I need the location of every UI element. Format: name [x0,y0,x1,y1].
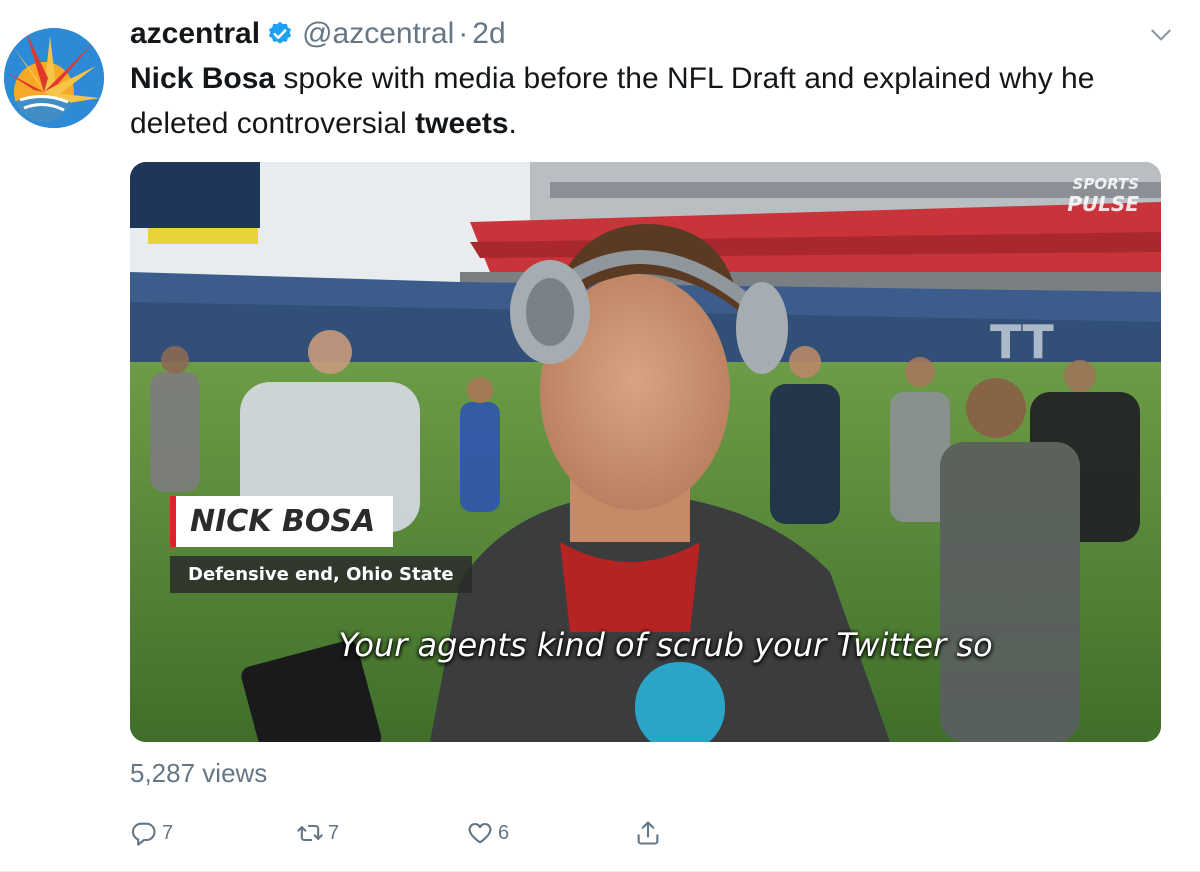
header-separator: · [458,17,469,50]
tweet-text-end: . [508,107,517,140]
video-player[interactable]: TT SPORTS PULSE NICK BOSA Defensive end,… [130,162,1161,742]
tweet-text-bold-name: Nick Bosa [130,62,276,95]
reply-button[interactable]: 7 [130,816,173,850]
watermark-line-1: SPORTS [1072,175,1139,193]
tweet-text-bold-keyword: tweets [415,107,509,140]
video-subtitle: Your agents kind of scrub your Twitter s… [338,626,993,664]
sports-pulse-watermark: SPORTS PULSE [1067,174,1139,214]
share-icon [637,821,659,845]
retweet-icon [297,824,323,842]
sun-logo-icon [4,28,104,128]
reply-count: 7 [162,821,174,844]
tweet[interactable]: azcentral @azcentral · 2d Nick Bosa spok… [0,0,1200,872]
tweet-text: Nick Bosa spoke with media before the NF… [130,56,1170,146]
svg-text:TT: TT [990,315,1054,369]
retweet-button[interactable]: 7 [296,816,339,850]
like-button[interactable]: 6 [466,816,509,850]
chevron-down-icon[interactable] [1148,22,1174,48]
watermark-line-2: PULSE [1067,192,1139,216]
like-count: 6 [498,821,510,844]
author-display-name[interactable]: azcentral [130,17,260,51]
author-handle[interactable]: @azcentral [302,17,454,51]
share-button[interactable] [634,816,666,850]
tweet-actions: 7 7 6 [130,816,690,850]
view-count: 5,287 views [130,758,268,788]
verified-badge-icon [268,21,292,44]
retweet-count: 7 [328,821,340,844]
lower-third-name: NICK BOSA [170,496,394,547]
tweet-text-body: spoke with media before the NFL Draft an… [130,62,1095,140]
lower-third-role: Defensive end, Ohio State [170,556,472,593]
avatar[interactable] [4,28,104,128]
heart-icon [468,822,492,844]
tweet-timestamp[interactable]: 2d [472,17,505,51]
reply-icon [131,822,156,846]
tweet-header: azcentral @azcentral · 2d [130,12,506,56]
